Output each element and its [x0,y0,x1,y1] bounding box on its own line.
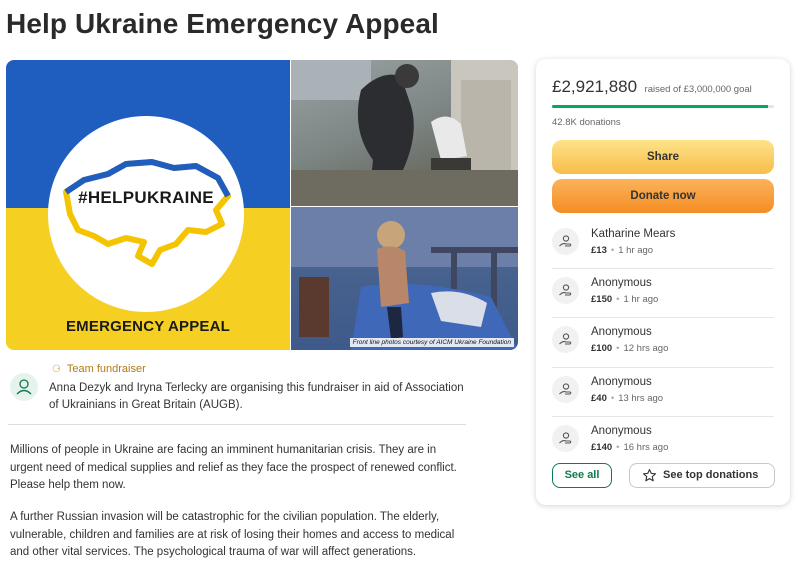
donor-time: 13 hrs ago [618,392,664,404]
donor-item: Katharine Mears £13 • 1 hr ago [552,222,774,271]
photo-man-cooking [291,60,518,206]
donor-divider [552,317,774,319]
team-icon: ⚆ [52,364,61,375]
donor-meta: £40 • 13 hrs ago [591,393,663,404]
divider [8,424,466,425]
donor-time: 16 hrs ago [623,441,669,453]
donor-avatar [552,326,579,354]
star-icon [643,469,656,482]
raised-summary: £2,921,880 raised of £3,000,000 goal [552,77,752,97]
separator-dot: • [610,392,615,404]
donor-amount: £140 [591,441,613,453]
separator-dot: • [616,343,620,355]
separator-dot: • [616,441,620,453]
donor-hand-icon [559,235,572,247]
donor-hand-icon [559,432,572,444]
organiser-description: Anna Dezyk and Iryna Terlecky are organi… [49,382,464,411]
donor-time: 12 hrs ago [623,343,669,355]
story-paragraph-2: A further Russian invasion will be catas… [10,511,455,558]
ukraine-flag-graphic: #HELPUKRAINE EMERGENCY APPEAL [6,60,290,350]
see-all-button[interactable]: See all [552,463,612,488]
photo-woman-shelter: Front line photos courtesy of AICM Ukrai… [291,207,518,350]
donor-name: Anonymous [591,277,652,290]
donor-avatar [552,277,579,305]
donor-item: Anonymous £140 • 16 hrs ago [552,419,774,468]
person-icon [16,379,32,395]
progress-bar-fill [552,105,769,108]
emergency-appeal-text: EMERGENCY APPEAL [65,318,231,335]
organiser-avatar [10,373,38,401]
donor-meta: £140 • 16 hrs ago [591,442,668,453]
page-title: Help Ukraine Emergency Appeal [6,8,439,39]
team-fundraiser-badge: ⚆ Team fundraiser [52,363,146,375]
donor-meta: £150 • 1 hr ago [591,294,658,305]
donor-amount: £150 [591,294,613,306]
donor-meta: £100 • 12 hrs ago [591,343,668,354]
see-top-donations-label: See top donations [663,469,759,481]
donate-now-button[interactable]: Donate now [552,179,774,213]
donor-item: Anonymous £40 • 13 hrs ago [552,370,774,419]
donor-name: Anonymous [591,375,652,388]
donor-divider [552,268,774,270]
raised-goal-text: raised of £3,000,000 goal [644,84,752,95]
donor-time: 1 hr ago [618,245,654,256]
see-top-donations-button[interactable]: See top donations [629,463,775,488]
share-button[interactable]: Share [552,140,774,174]
donor-item: Anonymous £150 • 1 hr ago [552,271,774,320]
ukraine-map-icon [63,159,231,267]
hero-image: #HELPUKRAINE EMERGENCY APPEAL Front line… [6,60,518,350]
photo-caption: Front line photos courtesy of AICM Ukrai… [349,338,514,347]
donor-hand-icon [559,333,572,345]
donor-name: Anonymous [591,326,652,339]
donor-hand-icon [559,382,572,395]
donor-amount: £40 [591,392,607,404]
donor-divider [552,366,774,368]
separator-dot: • [610,245,615,256]
donor-divider [552,415,774,417]
hashtag-text: #HELPUKRAINE [78,188,214,207]
separator-dot: • [616,294,620,306]
team-fundraiser-label: Team fundraiser [66,363,146,375]
donor-avatar [552,228,579,255]
story-paragraph-1: Millions of people in Ukraine are facing… [10,444,457,491]
donor-amount: £100 [591,343,613,355]
donor-name: Anonymous [591,424,652,437]
donor-name: Katharine Mears [591,228,676,240]
donor-meta: £13 • 1 hr ago [591,245,653,256]
donor-item: Anonymous £100 • 12 hrs ago [552,320,774,369]
donor-amount: £13 [591,245,607,256]
progress-bar [552,105,774,108]
donor-hand-icon [559,284,572,296]
donor-avatar [552,375,579,403]
raised-amount: £2,921,880 [552,77,638,96]
donor-time: 1 hr ago [623,294,659,306]
donation-card: £2,921,880 raised of £3,000,000 goal 42.… [536,59,790,505]
donations-count: 42.8K donations [552,117,621,128]
donor-avatar [552,424,579,452]
